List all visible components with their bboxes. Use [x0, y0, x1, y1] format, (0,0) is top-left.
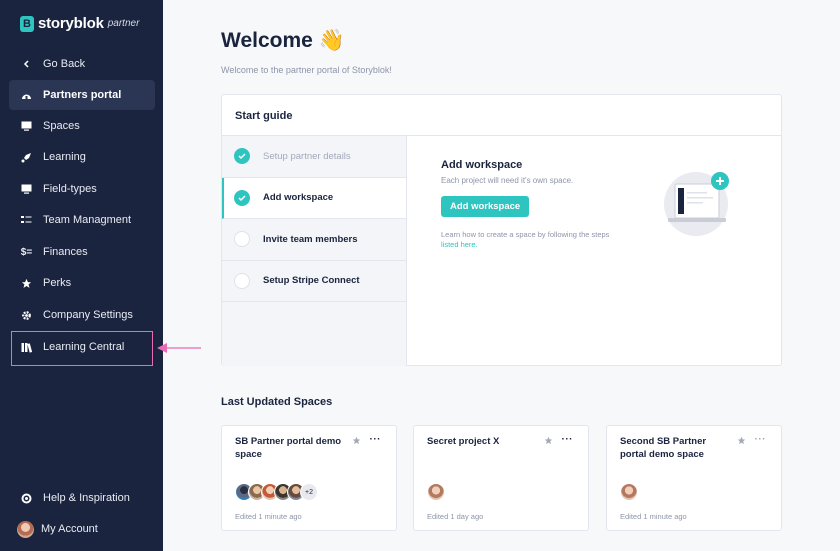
space-card-title: Secret project X: [427, 436, 500, 447]
star-icon: [21, 278, 32, 289]
step-label: Add workspace: [263, 192, 334, 204]
space-card-title: SB Partner portal demo space: [235, 436, 342, 460]
more-options-icon[interactable]: ···: [370, 434, 382, 445]
sidebar-item-partners-portal[interactable]: Partners portal: [9, 80, 155, 110]
chevron-left-icon: [21, 59, 32, 70]
list-icon: [21, 215, 32, 226]
sidebar-item-my-account[interactable]: My Account: [9, 514, 155, 544]
step-label: Setup Stripe Connect: [263, 275, 360, 287]
add-workspace-button[interactable]: Add workspace: [441, 196, 530, 217]
step-setup-partner-details[interactable]: Setup partner details: [222, 136, 406, 178]
brand[interactable]: B storyblok partner: [20, 15, 139, 32]
sidebar-item-company-settings[interactable]: Company Settings: [9, 300, 155, 330]
page-subtitle: Welcome to the partner portal of Storybl…: [221, 65, 392, 75]
star-icon[interactable]: [737, 436, 746, 445]
main-content: Welcome 👋 Welcome to the partner portal …: [163, 0, 840, 551]
step-label: Invite team members: [263, 233, 358, 245]
sidebar-item-label: Team Managment: [43, 214, 132, 226]
last-updated-spaces-heading: Last Updated Spaces: [221, 396, 333, 408]
sidebar-item-label: Company Settings: [43, 309, 133, 321]
sidebar-item-label: Spaces: [43, 120, 80, 132]
brand-sub: partner: [107, 18, 140, 29]
sidebar-item-label: Partners portal: [43, 89, 122, 101]
workspace-illustration-icon: [664, 172, 729, 236]
star-icon[interactable]: [352, 436, 361, 445]
dashboard-icon: [21, 90, 32, 101]
brand-name: storyblok: [38, 15, 104, 32]
avatar: [620, 483, 638, 501]
monitor-icon: [21, 184, 32, 195]
step-add-workspace[interactable]: Add workspace: [222, 177, 406, 219]
sidebar-item-label: Learning: [43, 151, 86, 163]
sidebar-item-spaces[interactable]: Spaces: [9, 111, 155, 141]
check-icon: [234, 148, 250, 165]
space-card-meta: Edited 1 minute ago: [235, 512, 302, 521]
sidebar-item-go-back[interactable]: Go Back: [9, 49, 155, 79]
step-detail: Add workspace Each project will need it'…: [441, 159, 621, 250]
sidebar-item-label: Field-types: [43, 183, 97, 195]
gear-icon: [21, 310, 32, 321]
step-detail-title: Add workspace: [441, 159, 523, 171]
sidebar-item-learning[interactable]: Learning: [9, 142, 155, 172]
monitor-icon: [21, 121, 32, 132]
start-guide-heading: Start guide: [222, 95, 781, 136]
avatar: [17, 520, 34, 538]
dollar-icon: $=: [20, 246, 33, 258]
page-title: Welcome 👋: [221, 29, 345, 52]
step-detail-desc: Each project will need it's own space.: [441, 176, 574, 185]
space-card[interactable]: SB Partner portal demo space ··· +2 Edit…: [221, 425, 397, 531]
sidebar-item-label: Go Back: [43, 58, 86, 70]
listed-here-link[interactable]: listed here.: [441, 240, 478, 249]
note-text: Learn how to create a space by following…: [441, 230, 610, 239]
rocket-icon: [21, 152, 32, 163]
avatar: [427, 483, 445, 501]
member-avatars: [620, 483, 638, 501]
sidebar-item-finances[interactable]: $= Finances: [9, 237, 155, 267]
member-avatars: +2: [235, 483, 318, 501]
sidebar-item-team-managment[interactable]: Team Managment: [9, 205, 155, 235]
space-card[interactable]: Second SB Partner portal demo space ··· …: [606, 425, 782, 531]
space-card-meta: Edited 1 day ago: [427, 512, 484, 521]
start-guide-panel: Start guide Setup partner details Add wo…: [221, 94, 782, 366]
space-card[interactable]: Secret project X ··· Edited 1 day ago: [413, 425, 589, 531]
check-icon: [234, 189, 250, 206]
sidebar-item-field-types[interactable]: Field-types: [9, 174, 155, 204]
sidebar: B storyblok partner Go Back Partners por…: [0, 0, 163, 551]
empty-circle-icon: [234, 272, 250, 289]
more-options-icon[interactable]: ···: [755, 434, 767, 445]
empty-circle-icon: [234, 231, 250, 248]
member-avatars: [427, 483, 445, 501]
space-card-title: Second SB Partner portal demo space: [620, 436, 707, 460]
sidebar-item-label: My Account: [41, 523, 98, 535]
more-options-icon[interactable]: ···: [562, 434, 574, 445]
more-members-count: +2: [300, 483, 318, 501]
lifebuoy-icon: [21, 493, 32, 504]
start-guide-steps: Setup partner details Add workspace Invi…: [222, 136, 407, 366]
sidebar-item-help[interactable]: Help & Inspiration: [9, 483, 155, 513]
sidebar-item-perks[interactable]: Perks: [9, 268, 155, 298]
step-label: Setup partner details: [263, 150, 351, 162]
star-icon[interactable]: [544, 436, 553, 445]
step-detail-note: Learn how to create a space by following…: [441, 230, 611, 250]
space-card-meta: Edited 1 minute ago: [620, 512, 687, 521]
sidebar-item-label: Finances: [43, 246, 88, 258]
sidebar-item-label: Help & Inspiration: [43, 492, 130, 504]
step-setup-stripe-connect[interactable]: Setup Stripe Connect: [222, 261, 406, 302]
storyblok-logo-icon: B: [20, 15, 34, 32]
step-invite-team-members[interactable]: Invite team members: [222, 219, 406, 261]
sidebar-item-label: Perks: [43, 277, 72, 289]
highlight-box: [11, 331, 153, 366]
